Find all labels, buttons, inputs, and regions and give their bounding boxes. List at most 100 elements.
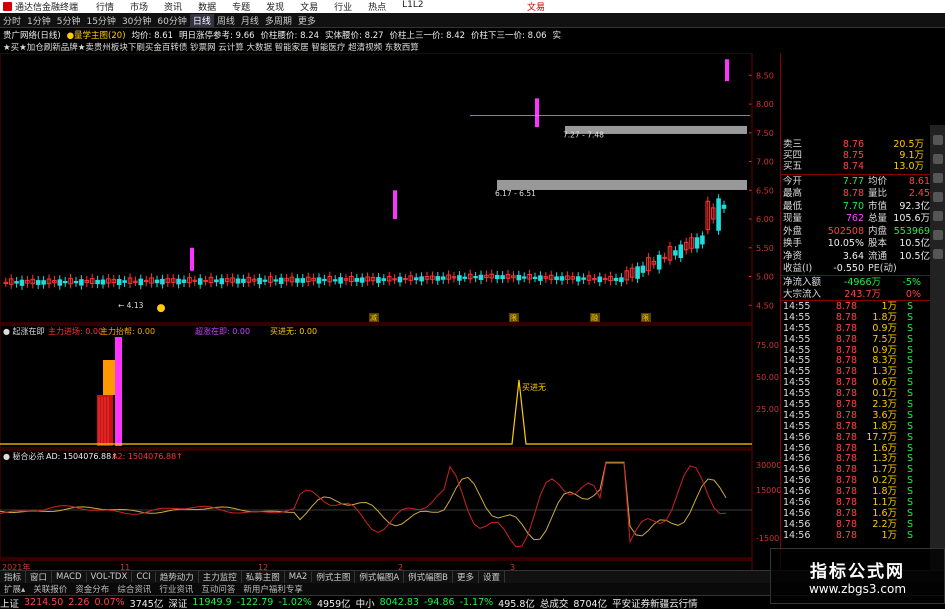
period-tab[interactable]: 日线 — [189, 13, 214, 27]
menu-item[interactable]: 热点 — [360, 0, 394, 13]
tick-row: 14:55 8.78 8.3万 S — [781, 355, 930, 366]
stat-label: 换手 — [783, 238, 803, 250]
period-tab[interactable]: 分时 — [0, 14, 24, 27]
candle-body — [322, 278, 327, 282]
period-tab[interactable]: 30分钟 — [119, 14, 154, 27]
status-item: -1.02% — [278, 597, 312, 608]
tick-volume: 1.8万 — [872, 420, 897, 432]
tick-row: 14:56 8.78 0.2万 S — [781, 475, 930, 486]
candle-body — [273, 279, 279, 282]
period-tab[interactable]: 更多 — [295, 14, 319, 27]
stat-row: 净资 3.64 流通 10.5亿 — [781, 250, 930, 263]
status-item: 上证 — [0, 598, 20, 609]
period-tab[interactable]: 5分钟 — [54, 14, 84, 27]
tool-button[interactable] — [932, 230, 943, 240]
price-axis-label: 8.00 — [756, 100, 774, 109]
extension-tab[interactable]: 行业资讯 — [155, 583, 197, 595]
broker-label[interactable]: 文易 — [527, 0, 545, 13]
indicator-tab[interactable]: 例式幅图B — [404, 571, 453, 583]
candle-body — [197, 278, 203, 285]
tick-price: 8.78 — [835, 507, 857, 519]
extension-tab[interactable]: 关联报价 — [29, 583, 71, 595]
price-axis-label: 5.50 — [756, 244, 774, 253]
indicator-tab[interactable]: MACD — [52, 572, 87, 582]
extension-tab[interactable]: 资金分布 — [71, 583, 113, 595]
extension-tab[interactable]: 综合资讯 — [113, 583, 155, 595]
indicator-tab[interactable]: 窗口 — [26, 571, 53, 583]
menu-item[interactable]: 资讯 — [156, 0, 190, 13]
tick-side: S — [907, 322, 914, 334]
tick-row: 14:56 8.78 1.6万 S — [781, 443, 930, 454]
tool-button[interactable] — [932, 211, 943, 221]
stat-value: 762 — [845, 213, 864, 225]
tick-price: 8.78 — [835, 420, 857, 432]
menu-item[interactable]: 发现 — [258, 0, 292, 13]
indicator-tab[interactable]: MA2 — [285, 572, 313, 582]
tick-price: 8.78 — [835, 496, 857, 508]
stat-value: 92.3亿 — [899, 200, 930, 212]
menu-item[interactable]: 数据 — [190, 0, 224, 13]
indicator2-axis-label: 30000 — [756, 461, 780, 470]
period-tab[interactable]: 月线 — [238, 14, 262, 27]
candle-body — [435, 276, 441, 281]
indicator-tab[interactable]: 设置 — [479, 571, 506, 583]
tick-volume: 0.6万 — [872, 377, 897, 389]
tick-time: 14:55 — [783, 322, 811, 334]
indicator-tab[interactable]: VOL-TDX — [87, 572, 133, 582]
app-logo-icon — [3, 2, 12, 11]
indicator-tab[interactable]: 私募主图 — [242, 571, 285, 583]
period-tab[interactable]: 周线 — [214, 14, 238, 27]
indicator-tab[interactable]: 例式幅图A — [355, 571, 405, 583]
menu-item[interactable]: 行业 — [326, 0, 360, 13]
extension-tab[interactable]: 扩展▴ — [0, 583, 29, 595]
period-tab[interactable]: 15分钟 — [83, 14, 118, 27]
tick-side: S — [907, 377, 914, 389]
stat-row: 外盘 502508 内盘 553969 — [781, 225, 930, 238]
tool-button[interactable] — [932, 192, 943, 202]
period-tab[interactable]: 多周期 — [262, 14, 295, 27]
tick-row: 14:56 8.78 1.8万 S — [781, 486, 930, 497]
tool-button[interactable] — [932, 173, 943, 183]
price-axis-label: 6.00 — [756, 215, 774, 224]
indicator-tab[interactable]: CCI — [132, 572, 156, 582]
indicator1-value: 主力进场: 0.00 — [48, 326, 103, 336]
tool-button[interactable] — [932, 135, 943, 145]
tick-row: 14:55 8.78 0.6万 S — [781, 377, 930, 388]
menu-item[interactable]: 行情 — [88, 0, 122, 13]
indicator-tab[interactable]: 例式主图 — [312, 571, 356, 583]
candle-body — [538, 275, 543, 281]
period-toolbar: 分时 1分钟 5分钟 15分钟 30分钟 60分钟 日线 周线 月线 多周期 更多 — [0, 13, 945, 28]
indicator-value: 明日涨停参考: 9.66 — [179, 30, 255, 41]
extension-tab[interactable]: 新用户福利专享 — [239, 583, 307, 595]
indicator-tab[interactable]: 更多 — [453, 571, 480, 583]
extension-tab[interactable]: 互动问答 — [197, 583, 239, 595]
tick-volume: 0.2万 — [872, 475, 897, 487]
tick-volume: 1.3万 — [872, 366, 897, 378]
indicator-tab[interactable]: 主力监控 — [199, 571, 242, 583]
menu-item[interactable]: 市场 — [122, 0, 156, 13]
stock-name: 贵广网络(日线) — [3, 30, 61, 41]
tick-list[interactable]: 14:55 8.78 1万 S 14:55 8.78 1.8万 S 14:55 8.78 0.9万 S… — [781, 300, 930, 541]
candle-body — [262, 279, 268, 282]
candle-body — [295, 278, 300, 283]
candle-body — [79, 279, 84, 286]
indicator-tab[interactable]: 趋势动力 — [156, 571, 199, 583]
stat-value: 502508 — [827, 225, 864, 237]
period-tab[interactable]: 60分钟 — [154, 14, 189, 27]
main-indicator-name[interactable]: ●量学主图(20) — [67, 29, 126, 41]
menu-item[interactable]: 专题 — [224, 0, 258, 13]
period-tab[interactable]: 1分钟 — [24, 14, 54, 27]
tool-button[interactable] — [932, 154, 943, 164]
tick-row: 14:56 8.78 1.7万 S — [781, 464, 930, 475]
tool-button[interactable] — [932, 249, 943, 259]
chart-area[interactable]: 8.50 8.00 7.50 7.00 6.50 6.00 5.50 5.00 4.50 7.27… — [0, 52, 784, 572]
tick-price: 8.78 — [835, 442, 857, 454]
stat-value: 105.6万 — [893, 213, 930, 225]
menu-item[interactable]: 文易 — [292, 0, 326, 13]
price-axis-label: 6.50 — [756, 186, 774, 195]
candle-body — [673, 250, 678, 256]
menu-item[interactable]: L1L2 — [394, 0, 431, 13]
status-item: 3745亿 — [129, 598, 164, 609]
indicator-tab[interactable]: 指标 — [0, 571, 27, 583]
kline-chart-svg[interactable]: 8.50 8.00 7.50 7.00 6.50 6.00 5.50 5.00 4.50 7.27… — [0, 52, 784, 572]
